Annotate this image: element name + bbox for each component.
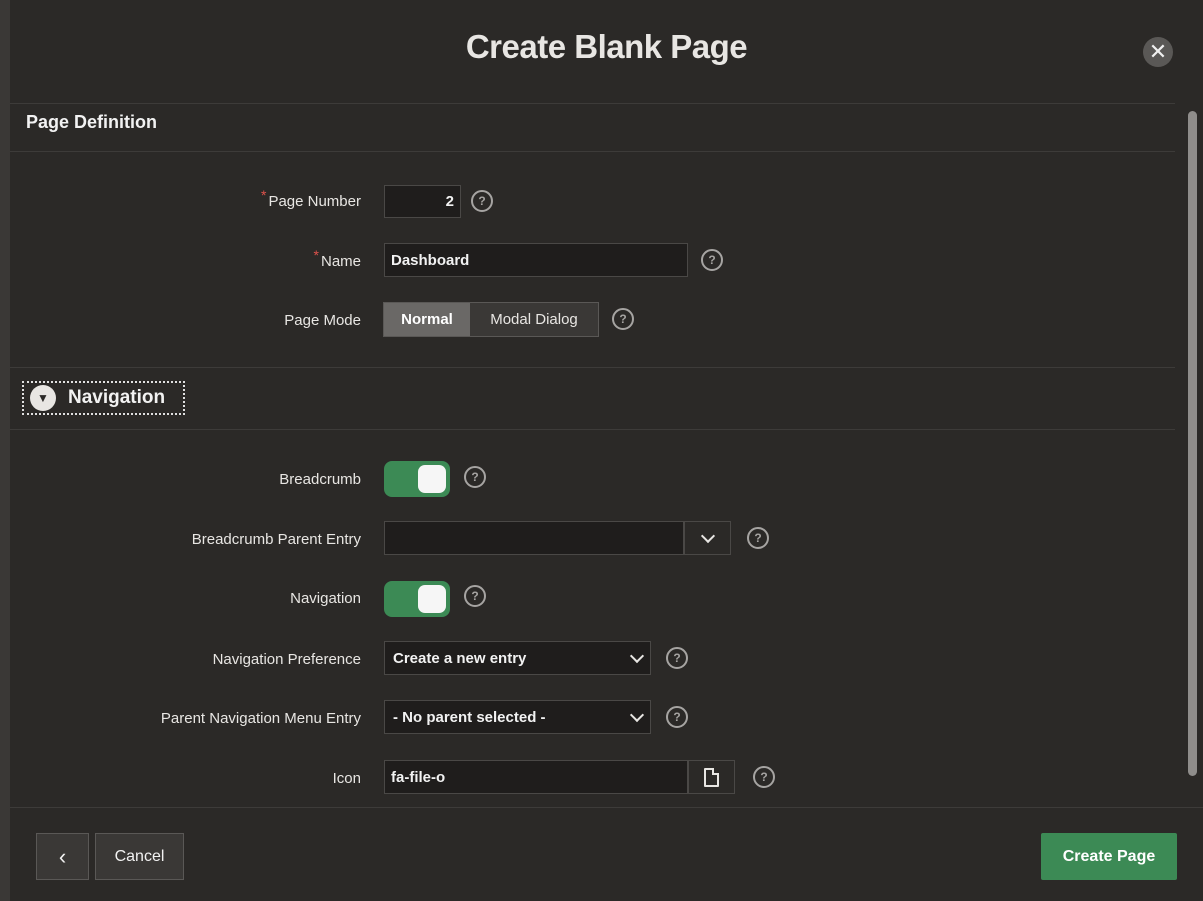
toggle-knob bbox=[418, 465, 446, 493]
name-label: * Name bbox=[314, 247, 361, 270]
divider bbox=[10, 103, 1175, 104]
divider bbox=[10, 367, 1175, 368]
navigation-toggle[interactable] bbox=[384, 581, 450, 617]
back-button[interactable]: ‹ bbox=[36, 833, 89, 880]
divider bbox=[10, 151, 1175, 152]
required-marker: * bbox=[260, 187, 267, 203]
chevron-down-icon bbox=[629, 648, 645, 664]
page-number-input[interactable]: 2 bbox=[384, 185, 461, 218]
navigation-preference-value: Create a new entry bbox=[393, 649, 527, 667]
breadcrumb-parent-entry-input[interactable] bbox=[384, 521, 684, 555]
page-mode-label: Page Mode bbox=[284, 312, 361, 329]
navigation-section-toggle[interactable]: ▼ Navigation bbox=[22, 381, 185, 415]
help-icon[interactable]: ? bbox=[666, 706, 688, 728]
toggle-knob bbox=[418, 585, 446, 613]
help-icon[interactable]: ? bbox=[747, 527, 769, 549]
chevron-down-icon bbox=[700, 528, 715, 544]
navigation-label: Navigation bbox=[290, 590, 361, 607]
breadcrumb-toggle[interactable] bbox=[384, 461, 450, 497]
page-number-label-text: Page Number bbox=[268, 193, 361, 210]
navigation-preference-label: Navigation Preference bbox=[212, 651, 361, 668]
page-number-label: * Page Number bbox=[261, 187, 361, 210]
page-mode-segmented-control: Normal Modal Dialog bbox=[383, 302, 599, 337]
help-icon[interactable]: ? bbox=[464, 585, 486, 607]
name-input[interactable]: Dashboard bbox=[384, 243, 688, 277]
name-label-text: Name bbox=[320, 253, 361, 270]
help-icon[interactable]: ? bbox=[666, 647, 688, 669]
breadcrumb-parent-entry-dropdown-button[interactable] bbox=[684, 521, 731, 555]
chevron-down-icon bbox=[629, 707, 645, 723]
required-marker: * bbox=[313, 247, 319, 263]
parent-navigation-menu-entry-value: - No parent selected - bbox=[393, 708, 546, 726]
icon-label: Icon bbox=[332, 770, 361, 787]
help-icon[interactable]: ? bbox=[464, 466, 486, 488]
page-mode-option-normal[interactable]: Normal bbox=[384, 303, 470, 336]
breadcrumb-parent-entry-label: Breadcrumb Parent Entry bbox=[191, 531, 361, 548]
help-icon[interactable]: ? bbox=[612, 308, 634, 330]
divider bbox=[10, 429, 1175, 430]
navigation-preference-select[interactable]: Create a new entry bbox=[384, 641, 651, 675]
section-title-page-definition: Page Definition bbox=[26, 112, 158, 132]
help-icon[interactable]: ? bbox=[471, 190, 493, 212]
dialog-title: Create Blank Page bbox=[465, 28, 748, 65]
cancel-button[interactable]: Cancel bbox=[95, 833, 184, 880]
parent-navigation-menu-entry-select[interactable]: - No parent selected - bbox=[384, 700, 651, 734]
icon-input[interactable]: fa-file-o bbox=[384, 760, 688, 794]
close-icon[interactable]: ✕ bbox=[1143, 37, 1173, 67]
parent-navigation-menu-entry-label: Parent Navigation Menu Entry bbox=[160, 710, 361, 727]
section-title-navigation: Navigation bbox=[68, 387, 166, 408]
page-mode-option-modal-dialog[interactable]: Modal Dialog bbox=[470, 303, 598, 336]
file-icon bbox=[704, 767, 719, 787]
breadcrumb-label: Breadcrumb bbox=[279, 471, 361, 488]
scrollbar[interactable] bbox=[1188, 111, 1197, 776]
background-page-edge bbox=[0, 0, 10, 901]
icon-picker-button[interactable] bbox=[688, 760, 735, 794]
create-page-button[interactable]: Create Page bbox=[1041, 833, 1177, 880]
help-icon[interactable]: ? bbox=[753, 766, 775, 788]
help-icon[interactable]: ? bbox=[701, 249, 723, 271]
create-blank-page-dialog: Create Blank Page ✕ Page Definition * Pag… bbox=[10, 0, 1203, 901]
footer-divider bbox=[10, 807, 1203, 808]
triangle-down-icon: ▼ bbox=[30, 385, 56, 411]
